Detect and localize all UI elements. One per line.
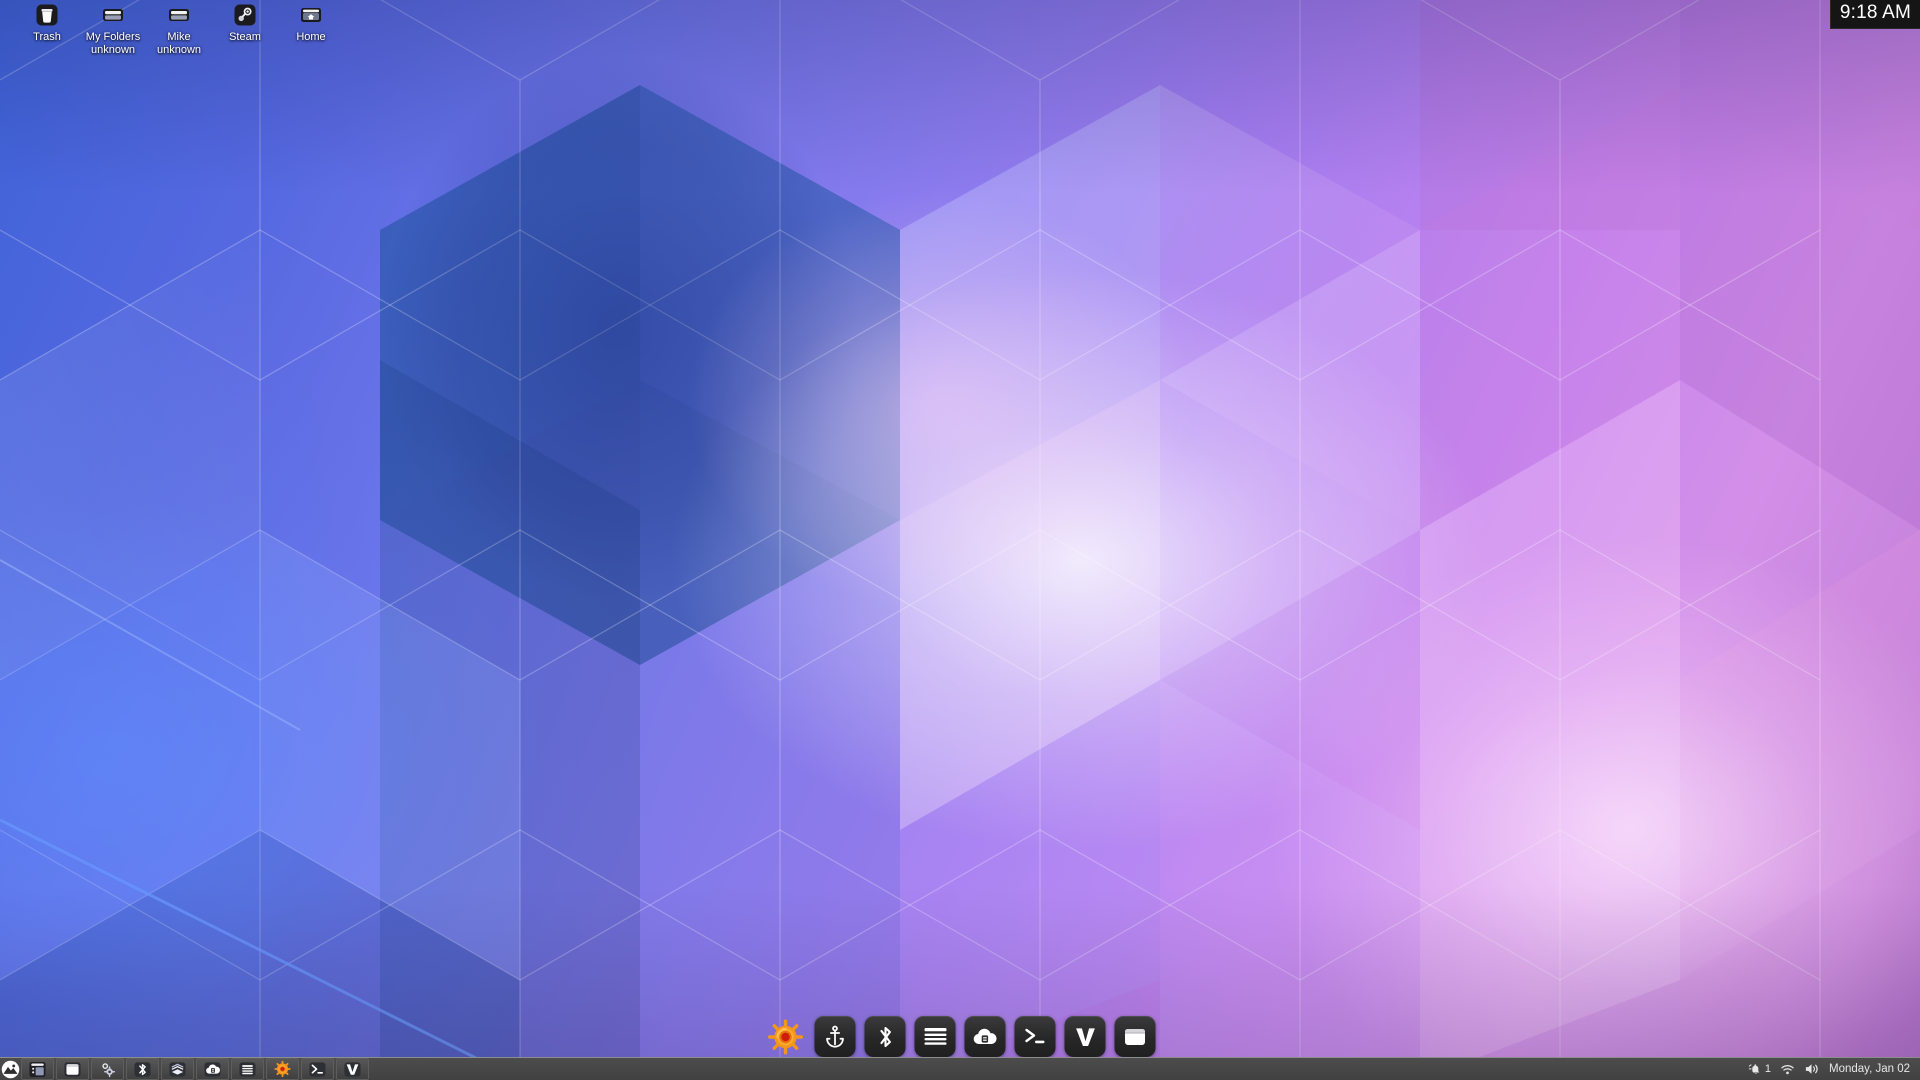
- wallpaper-vignette: [0, 0, 1920, 1080]
- desktop-icon-steam[interactable]: Steam: [212, 0, 278, 44]
- drive-icon: [100, 2, 126, 28]
- tray-network[interactable]: [1780, 1063, 1795, 1076]
- desktop-icon-mike[interactable]: Mike unknown: [146, 0, 212, 57]
- taskbar-task-terminal[interactable]: [301, 1058, 334, 1080]
- taskbar-task-vivaldi[interactable]: [336, 1058, 369, 1080]
- terminal-icon: [309, 1061, 326, 1077]
- dock-item-cloud-storage[interactable]: [964, 1016, 1006, 1057]
- steam-icon: [232, 2, 258, 28]
- bluetooth-icon: [879, 1026, 891, 1047]
- speaker-icon: [1805, 1064, 1818, 1074]
- notification-count: 1: [1764, 1063, 1772, 1075]
- taskbar-task-cloud-sync[interactable]: [196, 1058, 229, 1080]
- taskbar-left-group: [0, 1058, 370, 1080]
- window-icon: [1125, 1028, 1145, 1045]
- window-icon: [64, 1061, 81, 1077]
- vivaldi-v-icon: [1075, 1027, 1095, 1046]
- vivaldi-v-icon: [344, 1061, 361, 1077]
- desktop-icon-sublabel: unknown: [90, 44, 136, 56]
- application-dock: [765, 1016, 1156, 1057]
- tray-volume[interactable]: [1804, 1062, 1820, 1076]
- taskbar-task-file-window[interactable]: [56, 1058, 89, 1080]
- dock-item-vivaldi[interactable]: [1064, 1016, 1106, 1057]
- cloud-box-icon: [204, 1061, 221, 1077]
- dock-item-terminal[interactable]: [1014, 1016, 1056, 1057]
- desktop-icon-label: Home: [296, 31, 326, 43]
- taskbar-task-media-stack[interactable]: [161, 1058, 194, 1080]
- tray-notifications[interactable]: 1: [1748, 1062, 1771, 1076]
- clock-time: 9:18 AM: [1839, 2, 1911, 23]
- taskbar-panel: 1 Monday, Jan 02: [0, 1057, 1920, 1080]
- desktop-icon-label: Steam: [229, 31, 261, 43]
- dock-item-file-manager[interactable]: [1114, 1016, 1156, 1057]
- desktop-icon-trash[interactable]: Trash: [14, 0, 80, 44]
- dock-item-latte-anchor[interactable]: [814, 1016, 856, 1057]
- hamburger-icon: [924, 1027, 946, 1045]
- desktop-icon-sublabel: unknown: [156, 44, 202, 56]
- taskbar-task-list-window[interactable]: [21, 1058, 54, 1080]
- desktop-wallpaper[interactable]: [0, 0, 1920, 1080]
- dock-item-menu[interactable]: [914, 1016, 956, 1057]
- wifi-icon: [1781, 1064, 1794, 1074]
- mountain-menu-icon: [1, 1060, 19, 1078]
- tray-clock-date[interactable]: Monday, Jan 02: [1829, 1063, 1910, 1075]
- taskbar-application-menu-button[interactable]: [0, 1058, 20, 1080]
- dock-item-kde-launcher[interactable]: [765, 1016, 806, 1057]
- desktop-icon-grid: Trash My Folders unknown Mike unknown St…: [14, 0, 344, 57]
- taskbar-task-settings[interactable]: [91, 1058, 124, 1080]
- desktop-icon-label: My Folders: [85, 31, 141, 43]
- home-folder-icon: [298, 2, 324, 28]
- bluetooth-icon: [134, 1061, 151, 1077]
- desktop-icon-label: Mike: [167, 31, 191, 43]
- trash-icon: [34, 2, 60, 28]
- gear-dots-icon: [102, 1062, 116, 1077]
- taskbar-task-text-editor[interactable]: [231, 1058, 264, 1080]
- bell-muted-icon: [1748, 1064, 1760, 1074]
- taskbar-task-kde[interactable]: [266, 1058, 299, 1080]
- drive-icon: [166, 2, 192, 28]
- taskbar-task-bluetooth[interactable]: [126, 1058, 159, 1080]
- list-window-icon: [29, 1061, 46, 1077]
- desktop-icon-my-folders[interactable]: My Folders unknown: [80, 0, 146, 57]
- dock-item-bluetooth[interactable]: [864, 1016, 906, 1057]
- terminal-icon: [1024, 1028, 1044, 1043]
- cloud-box-icon: [973, 1028, 997, 1044]
- lines-icon: [239, 1061, 256, 1077]
- system-tray: 1 Monday, Jan 02: [1748, 1058, 1920, 1080]
- kde-gear-icon: [767, 1019, 803, 1054]
- desktop-clock-widget[interactable]: 9:18 AM: [1829, 0, 1920, 29]
- kde-gear-icon: [274, 1060, 291, 1078]
- anchor-icon: [826, 1025, 844, 1048]
- desktop-icon-home[interactable]: Home: [278, 0, 344, 44]
- stack-icon: [169, 1061, 186, 1077]
- desktop-icon-label: Trash: [33, 31, 61, 43]
